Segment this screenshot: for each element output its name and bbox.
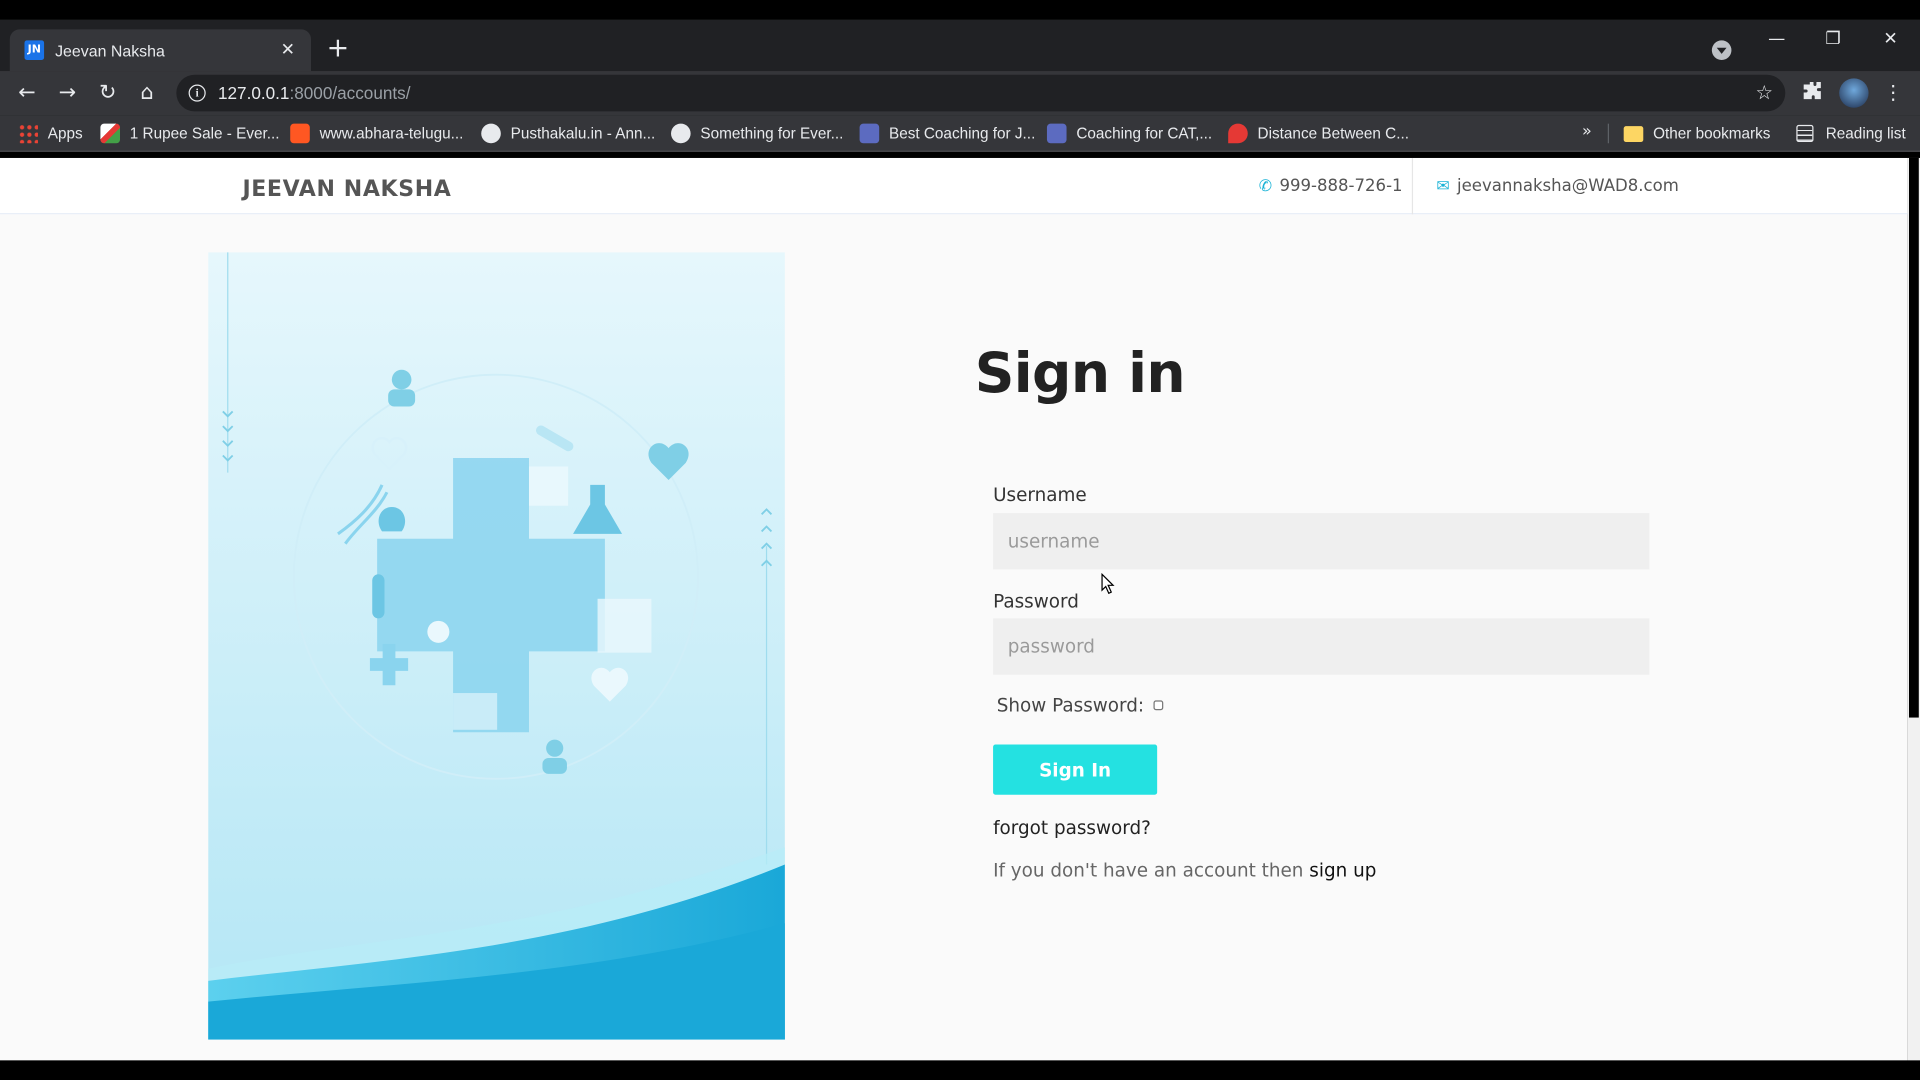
extensions-puzzle-icon[interactable] bbox=[1802, 81, 1822, 101]
forgot-password-link[interactable]: forgot password? bbox=[993, 817, 1151, 839]
address-bar[interactable]: i 127.0.0.1:8000/accounts/ ☆ bbox=[176, 74, 1786, 112]
other-bookmarks-label: Other bookmarks bbox=[1653, 124, 1771, 143]
site-favicon-icon: JN bbox=[24, 40, 45, 61]
screen-bottom-bar bbox=[0, 1060, 1920, 1080]
bookmark-label: Pusthakalu.in - Ann... bbox=[510, 124, 656, 143]
bookmark-label: Best Coaching for J... bbox=[888, 124, 1036, 143]
sale-icon bbox=[100, 123, 121, 144]
sign-in-button[interactable]: Sign In bbox=[993, 744, 1158, 795]
show-password-row: Show Password: bbox=[997, 694, 1164, 716]
globe-icon bbox=[671, 123, 691, 144]
rocket-icon bbox=[1228, 123, 1248, 144]
url-path: :8000/accounts/ bbox=[289, 83, 411, 103]
bookmarks-divider bbox=[1607, 123, 1609, 144]
bookmark-label: Distance Between C... bbox=[1257, 124, 1409, 143]
phone-contact: ✆ 999-888-726-1 bbox=[1259, 176, 1403, 196]
decor-square bbox=[597, 598, 652, 653]
email-contact: ✉ jeevannaksha@WAD8.com bbox=[1436, 176, 1679, 196]
reading-list-button[interactable]: Reading list bbox=[1796, 122, 1906, 144]
password-label: Password bbox=[993, 590, 1079, 613]
phone-number: 999-888-726-1 bbox=[1279, 176, 1403, 196]
folder-icon bbox=[1623, 125, 1644, 142]
bookmark-item[interactable]: Best Coaching for J... bbox=[859, 122, 1036, 144]
header-divider bbox=[1411, 157, 1414, 215]
phone-icon: ✆ bbox=[1258, 176, 1273, 196]
bookmark-item[interactable]: Distance Between C... bbox=[1228, 122, 1409, 144]
doctor-icon bbox=[391, 369, 412, 390]
tab-search-icon[interactable] bbox=[1711, 40, 1732, 61]
minimize-window-icon[interactable]: — bbox=[1765, 29, 1789, 49]
new-tab-button[interactable]: + bbox=[326, 34, 350, 63]
bookmark-item[interactable]: www.abhara-telugu... bbox=[290, 122, 463, 144]
bookmark-apps[interactable]: Apps bbox=[18, 122, 83, 144]
coaching-icon bbox=[859, 123, 880, 144]
bookmark-label: Something for Ever... bbox=[700, 124, 844, 143]
apps-grid-icon bbox=[18, 123, 38, 144]
reload-icon[interactable]: ↻ bbox=[93, 78, 122, 107]
close-tab-icon[interactable]: ✕ bbox=[277, 40, 299, 60]
bookmark-item[interactable]: Something for Ever... bbox=[671, 122, 843, 144]
bookmark-item[interactable]: Coaching for CAT,... bbox=[1046, 122, 1213, 144]
chrome-menu-icon[interactable]: ⋮ bbox=[1883, 77, 1903, 109]
page-scrollbar[interactable] bbox=[1907, 157, 1920, 1061]
site-header: JEEVAN NAKSHA ✆ 999-888-726-1 ✉ jeevanna… bbox=[0, 157, 1908, 215]
medical-illustration bbox=[208, 252, 785, 1040]
sign-up-link[interactable]: sign up bbox=[1309, 860, 1376, 882]
email-address[interactable]: jeevannaksha@WAD8.com bbox=[1457, 176, 1679, 196]
bookmark-label: www.abhara-telugu... bbox=[319, 124, 464, 143]
mouse-cursor-icon bbox=[1101, 573, 1115, 595]
decor-square bbox=[528, 466, 569, 506]
page-viewport: JEEVAN NAKSHA ✆ 999-888-726-1 ✉ jeevanna… bbox=[0, 157, 1908, 1061]
scrollbar-thumb[interactable] bbox=[1908, 157, 1919, 718]
show-password-label: Show Password: bbox=[996, 694, 1145, 717]
test-tube-icon bbox=[372, 574, 385, 619]
other-bookmarks-button[interactable]: Other bookmarks bbox=[1623, 122, 1771, 144]
tab-title: Jeevan Naksha bbox=[55, 41, 165, 60]
browser-tab[interactable]: JN Jeevan Naksha ✕ bbox=[9, 29, 312, 72]
close-window-icon[interactable]: ✕ bbox=[1878, 29, 1902, 49]
page-title: Sign in bbox=[974, 340, 1186, 406]
bookmark-label: Apps bbox=[47, 124, 83, 143]
back-arrow-icon[interactable]: ← bbox=[12, 78, 41, 107]
globe-icon bbox=[481, 123, 501, 144]
decor-circle bbox=[427, 620, 450, 643]
restore-window-icon[interactable]: ❐ bbox=[1821, 29, 1845, 49]
site-brand[interactable]: JEEVAN NAKSHA bbox=[242, 176, 451, 202]
bookmark-label: Coaching for CAT,... bbox=[1076, 124, 1213, 143]
user-icon bbox=[546, 739, 564, 757]
profile-avatar[interactable] bbox=[1839, 78, 1869, 108]
envelope-icon: ✉ bbox=[1436, 176, 1450, 196]
username-input[interactable] bbox=[993, 513, 1650, 570]
browser-tab-strip: JN Jeevan Naksha ✕ + — ❐ ✕ bbox=[0, 19, 1920, 72]
site-info-icon[interactable]: i bbox=[188, 84, 206, 102]
username-label: Username bbox=[993, 483, 1087, 506]
password-input[interactable] bbox=[993, 618, 1650, 675]
bookmark-item[interactable]: Pusthakalu.in - Ann... bbox=[481, 122, 655, 144]
blogger-icon bbox=[290, 123, 310, 144]
coaching-icon bbox=[1046, 123, 1067, 144]
forward-arrow-icon[interactable]: → bbox=[53, 78, 82, 107]
browser-toolbar: ← → ↻ ⌂ i 127.0.0.1:8000/accounts/ ☆ ⋮ bbox=[0, 71, 1920, 116]
url-host: 127.0.0.1 bbox=[217, 83, 290, 103]
home-icon[interactable]: ⌂ bbox=[132, 78, 161, 107]
reading-list-label: Reading list bbox=[1825, 124, 1906, 143]
bookmarks-bar: Apps 1 Rupee Sale - Ever... www.abhara-t… bbox=[0, 115, 1920, 152]
bookmarks-overflow-button[interactable]: » bbox=[1582, 122, 1592, 140]
bookmark-item[interactable]: 1 Rupee Sale - Ever... bbox=[100, 122, 280, 144]
decor-square bbox=[453, 693, 498, 730]
bookmark-star-icon[interactable]: ☆ bbox=[1756, 81, 1774, 104]
show-password-checkbox[interactable] bbox=[1153, 700, 1164, 711]
signup-prefix-text: If you don't have an account then bbox=[993, 859, 1310, 882]
reading-list-icon bbox=[1796, 124, 1814, 143]
signup-prompt: If you don't have an account then sign u… bbox=[993, 860, 1376, 882]
bookmark-label: 1 Rupee Sale - Ever... bbox=[129, 124, 280, 143]
